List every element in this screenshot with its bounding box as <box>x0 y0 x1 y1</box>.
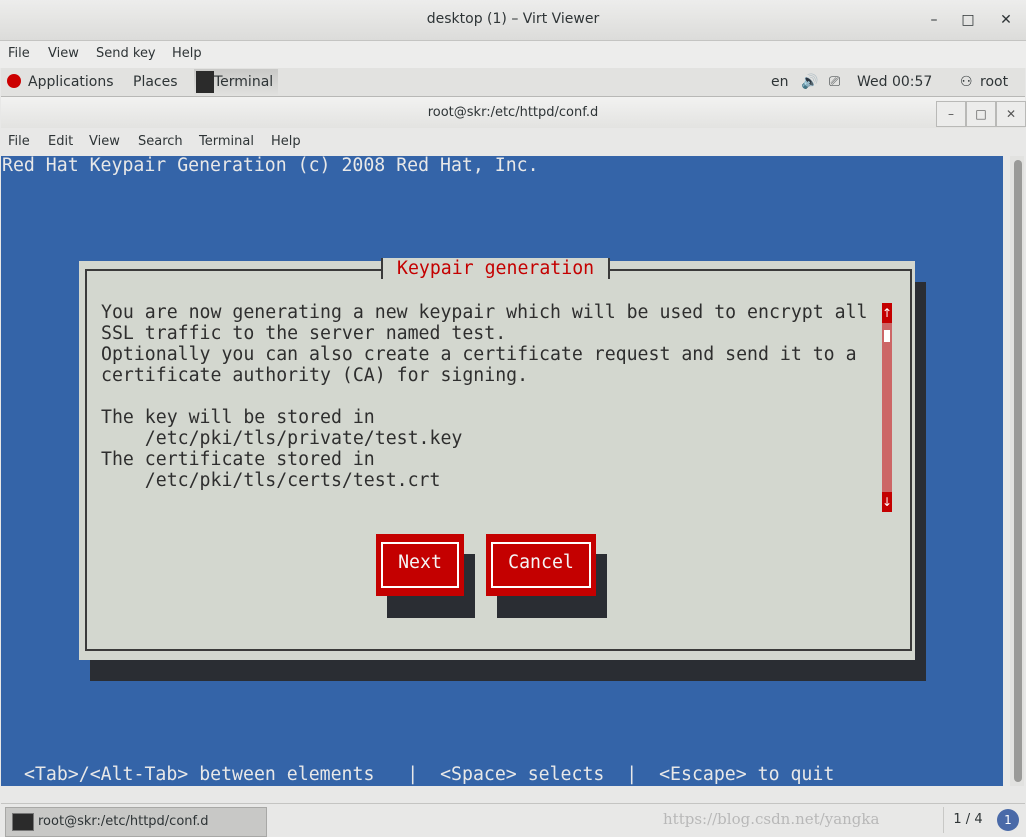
viewer-menubar: File View Send key Help <box>0 41 1026 68</box>
terminal-menubar: File Edit View Search Terminal Help <box>1 129 1025 155</box>
minimize-button[interactable]: – <box>924 10 944 30</box>
terminal-scrollbar-thumb[interactable] <box>1014 160 1022 782</box>
close-button[interactable]: ✕ <box>996 10 1016 30</box>
dialog-line: Optionally you can also create a certifi… <box>101 344 857 365</box>
clock[interactable]: Wed 00:57 <box>857 74 932 90</box>
scroll-down-arrow-icon[interactable]: ↓ <box>882 492 892 512</box>
terminal-close-button[interactable]: ✕ <box>996 101 1026 127</box>
next-button[interactable]: Next <box>376 534 464 596</box>
terminal-menu-file[interactable]: File <box>8 134 30 149</box>
gnome-top-bar: Applications Places Terminal en 🔊 ⎚ Wed … <box>1 68 1025 97</box>
menu-file[interactable]: File <box>8 46 30 61</box>
watermark-text: https://blog.csdn.net/yangka <box>663 810 880 828</box>
screen-header: Red Hat Keypair Generation (c) 2008 Red … <box>2 155 539 176</box>
menu-help[interactable]: Help <box>172 46 202 61</box>
terminal-menu-help[interactable]: Help <box>271 134 301 149</box>
dialog-title: Keypair generation <box>381 258 611 279</box>
terminal-title: root@skr:/etc/httpd/conf.d <box>427 105 599 120</box>
terminal-minimize-button[interactable]: – <box>936 101 966 127</box>
terminal-menu-terminal[interactable]: Terminal <box>199 134 254 149</box>
terminal-menu-search[interactable]: Search <box>138 134 183 149</box>
volume-icon[interactable]: 🔊 <box>801 74 818 90</box>
terminal-maximize-button[interactable]: □ <box>966 101 996 127</box>
user-icon: ⚇ <box>960 74 973 90</box>
maximize-button[interactable]: □ <box>958 10 978 30</box>
cancel-button[interactable]: Cancel <box>486 534 596 596</box>
next-button-label: Next <box>398 552 442 573</box>
dialog-line: /etc/pki/tls/private/test.key <box>101 428 463 449</box>
user-menu[interactable]: root <box>980 74 1008 90</box>
menu-send-key[interactable]: Send key <box>96 46 156 61</box>
dialog-line: The key will be stored in <box>101 407 375 428</box>
help-line: <Tab>/<Alt-Tab> between elements | <Spac… <box>24 764 835 785</box>
viewer-titlebar: desktop (1) – Virt Viewer – □ ✕ <box>0 0 1026 41</box>
taskbar-window-terminal[interactable]: root@skr:/etc/httpd/conf.d <box>5 807 267 837</box>
input-language[interactable]: en <box>771 74 789 90</box>
menu-view[interactable]: View <box>48 46 79 61</box>
taskbar-terminal[interactable]: Terminal <box>194 69 278 95</box>
applications-menu[interactable]: Applications <box>28 74 114 90</box>
viewer-title: desktop (1) – Virt Viewer <box>426 11 600 27</box>
dialog-scroll-thumb[interactable] <box>884 330 890 342</box>
terminal-menu-edit[interactable]: Edit <box>48 134 73 149</box>
dialog-line: certificate authority (CA) for signing. <box>101 365 529 386</box>
terminal-menu-view[interactable]: View <box>89 134 120 149</box>
taskbar-terminal-label: Terminal <box>214 74 274 90</box>
redhat-logo-icon <box>7 74 21 88</box>
dialog-line: SSL traffic to the server named test. <box>101 323 507 344</box>
terminal-titlebar: root@skr:/etc/httpd/conf.d – □ ✕ <box>1 97 1026 128</box>
dialog-line: The certificate stored in <box>101 449 375 470</box>
dialog-line: You are now generating a new keypair whi… <box>101 302 868 323</box>
network-icon[interactable]: ⎚ <box>829 74 840 90</box>
cancel-button-label: Cancel <box>508 552 574 573</box>
terminal-window-icon <box>12 813 34 831</box>
bottom-taskbar: root@skr:/etc/httpd/conf.d https://blog.… <box>1 803 1025 837</box>
scroll-up-arrow-icon[interactable]: ↑ <box>882 303 892 323</box>
notification-badge[interactable]: 1 <box>997 809 1019 831</box>
workspace-pager[interactable]: 1 / 4 <box>943 807 992 833</box>
dialog-line: /etc/pki/tls/certs/test.crt <box>101 470 441 491</box>
taskbar-window-label: root@skr:/etc/httpd/conf.d <box>38 814 209 829</box>
terminal-icon <box>196 71 214 93</box>
places-menu[interactable]: Places <box>133 74 178 90</box>
